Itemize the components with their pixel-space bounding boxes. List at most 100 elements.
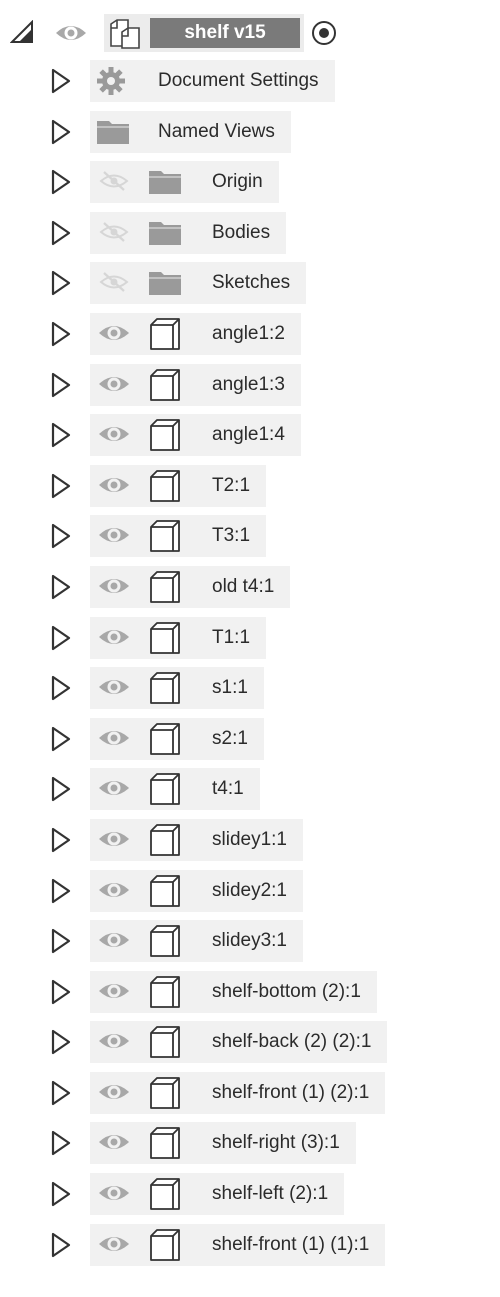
expand-triangle-icon[interactable] bbox=[50, 220, 72, 246]
eye-icon[interactable] bbox=[97, 372, 131, 396]
tree-row[interactable]: Document Settings bbox=[0, 56, 500, 107]
tree-item-label[interactable]: s2:1 bbox=[212, 718, 248, 760]
root-component-title[interactable]: shelf v15 bbox=[150, 18, 300, 48]
expand-triangle-icon[interactable] bbox=[50, 1130, 72, 1156]
eye-icon[interactable] bbox=[97, 1130, 131, 1154]
tree-row[interactable]: shelf-front (1) (1):1 bbox=[0, 1220, 500, 1271]
tree-row[interactable]: s2:1 bbox=[0, 714, 500, 765]
tree-item-label[interactable]: slidey3:1 bbox=[212, 920, 287, 962]
tree-item-label[interactable]: shelf-front (1) (2):1 bbox=[212, 1072, 369, 1114]
expand-triangle-icon[interactable] bbox=[50, 372, 72, 398]
eye-icon[interactable] bbox=[97, 979, 131, 1003]
tree-item-label[interactable]: T2:1 bbox=[212, 465, 250, 507]
tree-item-label[interactable]: T1:1 bbox=[212, 617, 250, 659]
tree-row[interactable]: slidey3:1 bbox=[0, 916, 500, 967]
expand-triangle-icon[interactable] bbox=[50, 1181, 72, 1207]
eye-hidden-icon[interactable] bbox=[97, 270, 131, 294]
tree-item-label[interactable]: Bodies bbox=[212, 212, 270, 254]
expand-triangle-icon[interactable] bbox=[50, 827, 72, 853]
active-radio-icon[interactable] bbox=[310, 19, 338, 47]
tree-row[interactable]: shelf-front (1) (2):1 bbox=[0, 1068, 500, 1119]
expand-triangle-icon[interactable] bbox=[50, 169, 72, 195]
tree-row[interactable]: angle1:2 bbox=[0, 309, 500, 360]
tree-row[interactable]: Sketches bbox=[0, 258, 500, 309]
expand-triangle-icon[interactable] bbox=[50, 726, 72, 752]
tree-item-label[interactable]: angle1:4 bbox=[212, 414, 285, 456]
eye-icon[interactable] bbox=[97, 726, 131, 750]
eye-icon[interactable] bbox=[97, 473, 131, 497]
tree-item-label[interactable]: Named Views bbox=[158, 111, 275, 153]
tree-item-label[interactable]: angle1:3 bbox=[212, 364, 285, 406]
tree-row[interactable]: Named Views bbox=[0, 107, 500, 158]
tree-item-label[interactable]: slidey1:1 bbox=[212, 819, 287, 861]
tree-item-label[interactable]: T3:1 bbox=[212, 515, 250, 557]
eye-icon[interactable] bbox=[97, 776, 131, 800]
tree-item-label[interactable]: Document Settings bbox=[158, 60, 319, 102]
tree-row[interactable]: T2:1 bbox=[0, 461, 500, 512]
tree-row[interactable]: Origin bbox=[0, 157, 500, 208]
expand-triangle-icon[interactable] bbox=[50, 675, 72, 701]
tree-row[interactable]: shelf-left (2):1 bbox=[0, 1169, 500, 1220]
eye-icon[interactable] bbox=[97, 1029, 131, 1053]
tree-item-label[interactable]: shelf-back (2) (2):1 bbox=[212, 1021, 371, 1063]
component-cube-icon bbox=[148, 1177, 182, 1211]
eye-icon[interactable] bbox=[97, 1080, 131, 1104]
tree-item-label[interactable]: shelf-bottom (2):1 bbox=[212, 971, 361, 1013]
expand-triangle-icon[interactable] bbox=[50, 979, 72, 1005]
tree-row[interactable]: t4:1 bbox=[0, 764, 500, 815]
expand-triangle-icon[interactable] bbox=[50, 422, 72, 448]
eye-icon[interactable] bbox=[97, 422, 131, 446]
expand-triangle-icon[interactable] bbox=[50, 523, 72, 549]
eye-icon[interactable] bbox=[97, 523, 131, 547]
tree-item-label[interactable]: Origin bbox=[212, 161, 263, 203]
expand-triangle-icon[interactable] bbox=[50, 625, 72, 651]
tree-row[interactable]: Bodies bbox=[0, 208, 500, 259]
eye-icon[interactable] bbox=[97, 928, 131, 952]
tree-item-label[interactable]: angle1:2 bbox=[212, 313, 285, 355]
collapse-triangle-icon[interactable] bbox=[10, 20, 34, 44]
eye-icon[interactable] bbox=[97, 675, 131, 699]
eye-icon[interactable] bbox=[97, 574, 131, 598]
tree-row[interactable]: T3:1 bbox=[0, 511, 500, 562]
tree-row[interactable]: slidey1:1 bbox=[0, 815, 500, 866]
tree-item-label[interactable]: Sketches bbox=[212, 262, 290, 304]
eye-icon[interactable] bbox=[97, 827, 131, 851]
expand-triangle-icon[interactable] bbox=[50, 119, 72, 145]
tree-item-label[interactable]: slidey2:1 bbox=[212, 870, 287, 912]
tree-item-label[interactable]: t4:1 bbox=[212, 768, 244, 810]
eye-icon[interactable] bbox=[97, 625, 131, 649]
eye-hidden-icon[interactable] bbox=[97, 169, 131, 193]
tree-row[interactable]: shelf-bottom (2):1 bbox=[0, 967, 500, 1018]
tree-row[interactable]: shelf-back (2) (2):1 bbox=[0, 1017, 500, 1068]
tree-item-label[interactable]: shelf-front (1) (1):1 bbox=[212, 1224, 369, 1266]
eye-hidden-icon[interactable] bbox=[97, 220, 131, 244]
tree-row[interactable]: shelf-right (3):1 bbox=[0, 1118, 500, 1169]
tree-item-label[interactable]: shelf-left (2):1 bbox=[212, 1173, 328, 1215]
expand-triangle-icon[interactable] bbox=[50, 1080, 72, 1106]
eye-icon[interactable] bbox=[97, 1232, 131, 1256]
expand-triangle-icon[interactable] bbox=[50, 776, 72, 802]
eye-icon[interactable] bbox=[97, 878, 131, 902]
expand-triangle-icon[interactable] bbox=[50, 574, 72, 600]
expand-triangle-icon[interactable] bbox=[50, 270, 72, 296]
tree-item-label[interactable]: old t4:1 bbox=[212, 566, 274, 608]
expand-triangle-icon[interactable] bbox=[50, 1029, 72, 1055]
tree-row[interactable]: s1:1 bbox=[0, 663, 500, 714]
expand-triangle-icon[interactable] bbox=[50, 321, 72, 347]
expand-triangle-icon[interactable] bbox=[50, 473, 72, 499]
tree-item-label[interactable]: shelf-right (3):1 bbox=[212, 1122, 340, 1164]
root-component-row[interactable]: shelf v15 bbox=[0, 10, 500, 56]
tree-row[interactable]: T1:1 bbox=[0, 613, 500, 664]
expand-triangle-icon[interactable] bbox=[50, 68, 72, 94]
tree-item-label[interactable]: s1:1 bbox=[212, 667, 248, 709]
tree-row[interactable]: old t4:1 bbox=[0, 562, 500, 613]
eye-icon[interactable] bbox=[97, 321, 131, 345]
tree-row[interactable]: angle1:4 bbox=[0, 410, 500, 461]
expand-triangle-icon[interactable] bbox=[50, 878, 72, 904]
expand-triangle-icon[interactable] bbox=[50, 1232, 72, 1258]
eye-icon[interactable] bbox=[54, 21, 88, 45]
tree-row[interactable]: slidey2:1 bbox=[0, 866, 500, 917]
tree-row[interactable]: angle1:3 bbox=[0, 360, 500, 411]
eye-icon[interactable] bbox=[97, 1181, 131, 1205]
expand-triangle-icon[interactable] bbox=[50, 928, 72, 954]
